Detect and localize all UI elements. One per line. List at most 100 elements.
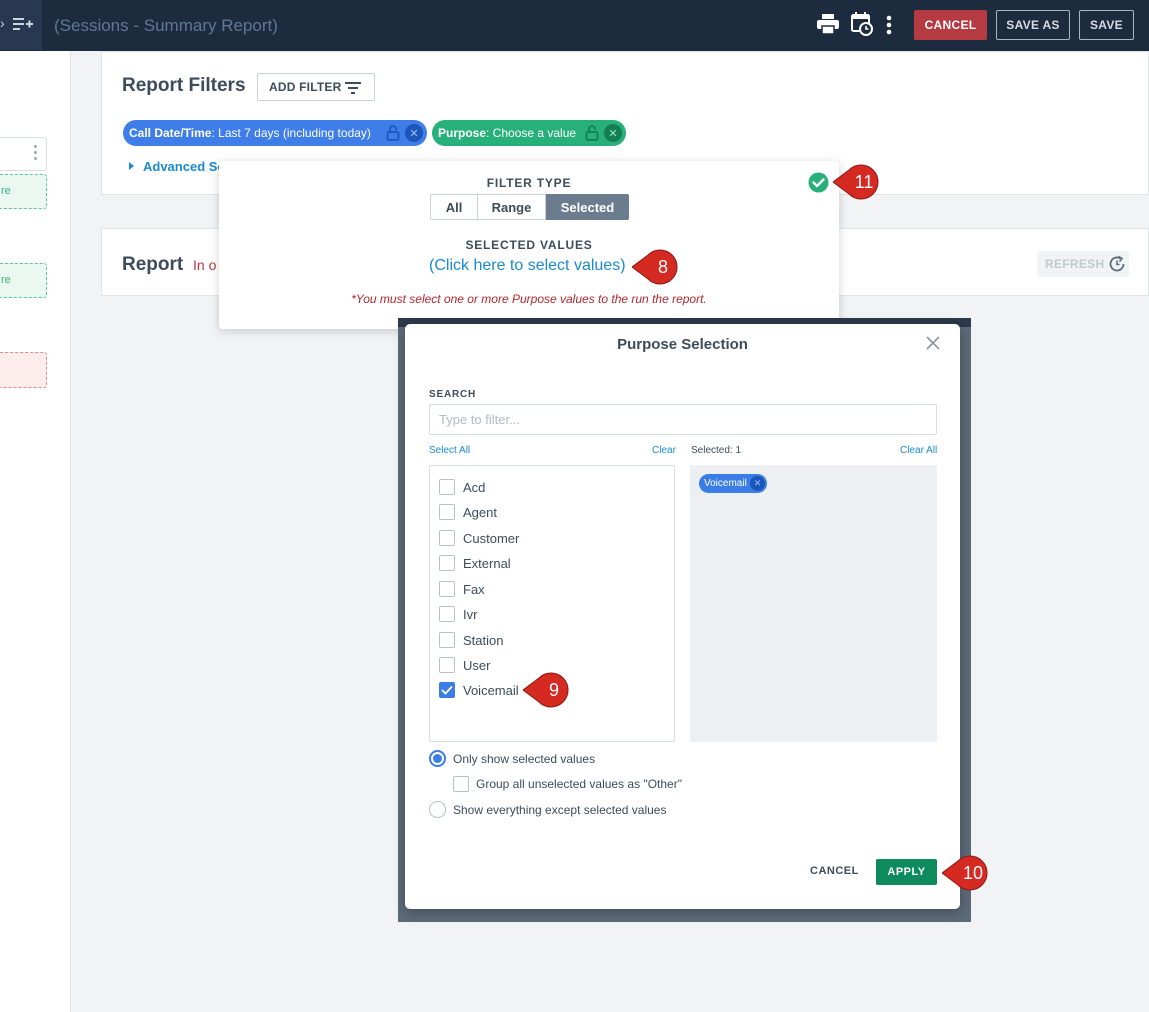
add-filter-button[interactable]: ADD FILTER xyxy=(257,73,375,101)
filter-type-selected[interactable]: Selected xyxy=(546,194,629,220)
radio-only-show-selected[interactable]: Only show selected values xyxy=(429,750,595,767)
filter-chip-value: : Last 7 days (including today) xyxy=(211,126,371,140)
filter-chip-field: Purpose xyxy=(438,126,487,140)
top-bar: › (Sessions - Summary Report) CANCEL SAV… xyxy=(0,0,1149,51)
filter-chip-field: Call Date/Time xyxy=(129,126,212,140)
remove-filter-icon[interactable]: ✕ xyxy=(405,124,423,142)
apply-button[interactable]: APPLY xyxy=(876,859,937,885)
list-item[interactable]: Customer xyxy=(439,529,519,547)
callout-badge-8: 8 xyxy=(631,249,682,285)
add-to-list-icon[interactable] xyxy=(13,16,33,32)
remove-filter-icon[interactable]: ✕ xyxy=(604,124,622,142)
drag-handle-icon[interactable] xyxy=(34,145,38,163)
radio-label: Only show selected values xyxy=(453,751,596,766)
callout-badge-10: 10 xyxy=(941,855,992,891)
schedule-icon[interactable] xyxy=(851,12,873,36)
selected-values-label: SELECTED VALUES xyxy=(465,238,593,252)
filter-type-all[interactable]: All xyxy=(430,194,478,220)
list-item[interactable]: Station xyxy=(439,631,503,649)
option-label: Voicemail xyxy=(463,682,519,698)
select-all-link[interactable]: Select All xyxy=(429,445,470,456)
filter-chip-purpose[interactable]: Purpose: Choose a value ✕ xyxy=(432,120,626,146)
list-item[interactable]: Acd xyxy=(439,478,485,496)
clear-all-link[interactable]: Clear All xyxy=(900,445,937,456)
drop-zone-red[interactable] xyxy=(0,352,47,388)
print-icon[interactable] xyxy=(817,14,839,34)
selected-chip-label: Voicemail xyxy=(704,478,747,489)
callout-number: 9 xyxy=(548,679,559,700)
callout-number: 11 xyxy=(854,171,874,192)
unlock-icon[interactable] xyxy=(585,125,599,141)
option-label: Customer xyxy=(463,530,520,546)
cancel-button[interactable]: CANCEL xyxy=(914,10,987,40)
list-item[interactable]: Ivr xyxy=(439,605,477,623)
checkbox-checked[interactable] xyxy=(439,682,455,698)
select-values-link[interactable]: (Click here to select values) xyxy=(429,257,626,275)
list-item[interactable]: User xyxy=(439,656,490,674)
option-label: External xyxy=(463,555,511,571)
drop-zone-green-2[interactable]: re xyxy=(0,263,47,298)
left-panel: re re xyxy=(0,51,71,1012)
checkbox[interactable] xyxy=(439,657,455,673)
confirm-check-icon[interactable] xyxy=(808,172,829,193)
unlock-icon[interactable] xyxy=(386,125,400,141)
filter-type-popover: FILTER TYPE All Range Selected SELECTED … xyxy=(219,161,839,329)
filter-type-label: FILTER TYPE xyxy=(486,176,572,190)
checkbox[interactable] xyxy=(439,581,455,597)
radio-button[interactable] xyxy=(429,801,446,818)
option-label: Fax xyxy=(463,581,485,597)
search-input[interactable] xyxy=(429,404,937,435)
caret-right-icon xyxy=(129,162,134,170)
radio-button-checked[interactable] xyxy=(429,750,446,767)
validation-warning: *You must select one or more Purpose val… xyxy=(351,292,707,306)
drop-zone-label: re xyxy=(1,185,11,197)
save-button[interactable]: SAVE xyxy=(1079,10,1134,40)
callout-badge-11: 11 xyxy=(832,164,883,200)
selected-chip[interactable]: Voicemail ✕ xyxy=(699,474,767,493)
refresh-label: REFRESH xyxy=(1045,257,1105,271)
checkbox-group-unselected[interactable]: Group all unselected values as "Other" xyxy=(453,776,682,792)
more-vertical-icon[interactable] xyxy=(886,15,892,35)
radio-show-except[interactable]: Show everything except selected values xyxy=(429,801,666,818)
list-item[interactable]: External xyxy=(439,554,511,572)
list-item[interactable]: Agent xyxy=(439,503,497,521)
option-label: Station xyxy=(463,632,504,648)
checkbox[interactable] xyxy=(439,479,455,495)
checkbox[interactable] xyxy=(439,530,455,546)
refresh-clock-icon xyxy=(1109,255,1125,272)
tab-strip-active[interactable]: › xyxy=(0,0,42,50)
remove-chip-icon[interactable]: ✕ xyxy=(750,476,765,491)
modal-cancel-button[interactable]: CANCEL xyxy=(810,865,859,877)
close-icon[interactable] xyxy=(926,336,940,350)
list-item[interactable]: Fax xyxy=(439,580,485,598)
advanced-settings-toggle[interactable]: Advanced So xyxy=(129,159,225,174)
option-label: Ivr xyxy=(463,606,478,622)
callout-badge-9: 9 xyxy=(522,672,573,708)
save-as-button[interactable]: SAVE AS xyxy=(996,10,1070,40)
report-title: (Sessions - Summary Report) xyxy=(54,16,278,35)
modal-title: Purpose Selection xyxy=(617,336,748,353)
drop-zone-label-2: re xyxy=(1,274,11,286)
option-label: Agent xyxy=(463,504,497,520)
option-label: Acd xyxy=(463,479,486,495)
checkbox-label: Group all unselected values as "Other" xyxy=(476,777,682,791)
filter-icon xyxy=(345,82,361,94)
clear-link[interactable]: Clear xyxy=(652,445,676,456)
callout-number: 10 xyxy=(962,862,984,883)
purpose-selection-modal: Purpose Selection SEARCH Select All Clea… xyxy=(405,324,960,909)
filter-type-range[interactable]: Range xyxy=(477,194,546,220)
left-panel-field[interactable] xyxy=(0,137,47,171)
checkbox[interactable] xyxy=(439,504,455,520)
report-status-text: In o xyxy=(193,257,217,273)
drop-zone-green[interactable]: re xyxy=(0,174,47,209)
callout-number: 8 xyxy=(657,256,668,277)
checkbox[interactable] xyxy=(453,776,469,792)
filter-chip-call-date[interactable]: Call Date/Time: Last 7 days (including t… xyxy=(123,120,427,146)
add-filter-label: ADD FILTER xyxy=(269,80,342,94)
checkbox[interactable] xyxy=(439,632,455,648)
checkbox[interactable] xyxy=(439,555,455,571)
checkbox[interactable] xyxy=(439,606,455,622)
list-item[interactable]: Voicemail xyxy=(439,681,519,699)
refresh-button[interactable]: REFRESH xyxy=(1037,251,1129,277)
advanced-label: Advanced So xyxy=(143,159,226,174)
